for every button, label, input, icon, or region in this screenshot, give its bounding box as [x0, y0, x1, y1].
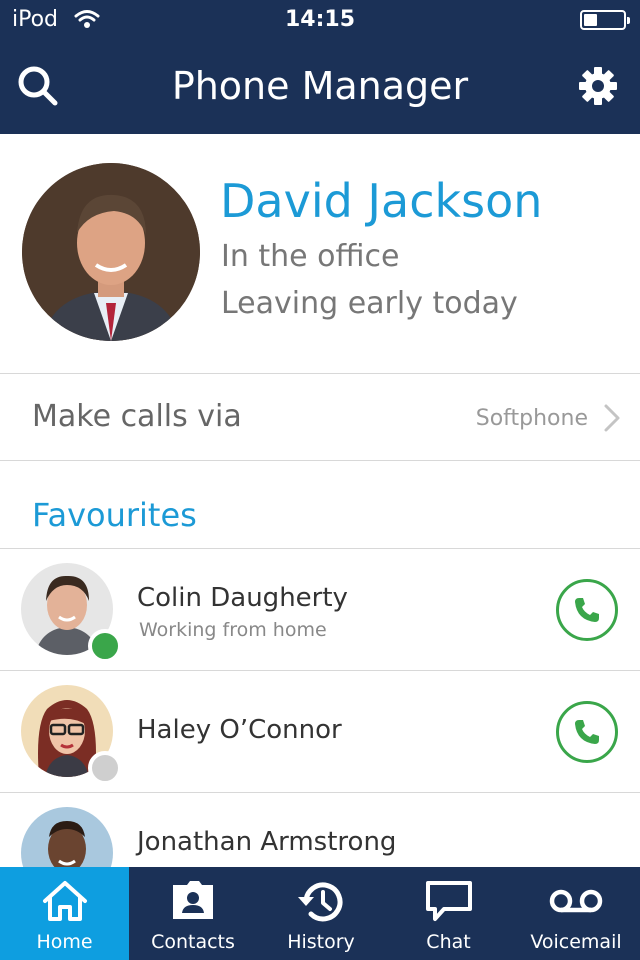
user-profile[interactable]: David Jackson In the office Leaving earl… — [0, 134, 640, 374]
tab-home[interactable]: Home — [0, 867, 129, 960]
make-calls-via-row[interactable]: Make calls via Softphone — [0, 375, 640, 460]
profile-avatar — [22, 163, 200, 341]
settings-button[interactable] — [576, 64, 624, 112]
make-calls-value: Softphone — [475, 406, 588, 431]
status-bar: iPod 14:15 — [0, 0, 640, 40]
presence-available-indicator — [88, 629, 122, 663]
favourite-item[interactable]: Colin Daugherty Working from home — [0, 549, 640, 670]
nav-bar: Phone Manager — [0, 40, 640, 134]
tab-contacts[interactable]: Contacts — [129, 867, 257, 960]
divider — [0, 460, 640, 461]
call-button[interactable] — [556, 701, 618, 763]
phone-icon — [575, 720, 599, 744]
tab-history-label: History — [287, 931, 355, 953]
tab-bar: Home Contacts History Chat Voicemail — [0, 867, 640, 960]
contact-avatar — [21, 807, 113, 867]
contact-name: Jonathan Armstrong — [137, 827, 397, 857]
favourite-item[interactable]: Jonathan Armstrong — [0, 793, 640, 867]
profile-status: In the office — [221, 239, 400, 274]
profile-name: David Jackson — [220, 174, 543, 228]
tab-chat[interactable]: Chat — [385, 867, 512, 960]
call-button[interactable] — [556, 579, 618, 641]
contacts-icon — [129, 879, 257, 925]
contact-name: Colin Daugherty — [137, 583, 348, 613]
favourites-heading: Favourites — [32, 496, 197, 534]
tab-voicemail-label: Voicemail — [530, 931, 622, 953]
tab-voicemail[interactable]: Voicemail — [512, 867, 640, 960]
chevron-right-icon — [602, 403, 622, 433]
chat-icon — [385, 879, 512, 925]
divider — [0, 373, 640, 374]
make-calls-label: Make calls via — [32, 399, 242, 434]
voicemail-icon — [512, 879, 640, 925]
tab-chat-label: Chat — [426, 931, 471, 953]
page-title: Phone Manager — [171, 64, 469, 108]
history-icon — [257, 879, 385, 925]
tab-history[interactable]: History — [257, 867, 385, 960]
tab-contacts-label: Contacts — [151, 931, 235, 953]
battery-icon — [580, 10, 630, 30]
battery-level-fill — [584, 14, 597, 26]
tab-home-label: Home — [36, 931, 93, 953]
contact-status: Working from home — [139, 619, 327, 641]
favourite-item[interactable]: Haley O’Connor — [0, 671, 640, 792]
home-icon — [0, 879, 129, 925]
clock-time: 14:15 — [284, 7, 356, 32]
profile-note: Leaving early today — [221, 286, 518, 321]
presence-offline-indicator — [88, 751, 122, 785]
contact-name: Haley O’Connor — [137, 715, 342, 745]
gear-icon — [576, 67, 620, 112]
phone-icon — [575, 598, 599, 622]
